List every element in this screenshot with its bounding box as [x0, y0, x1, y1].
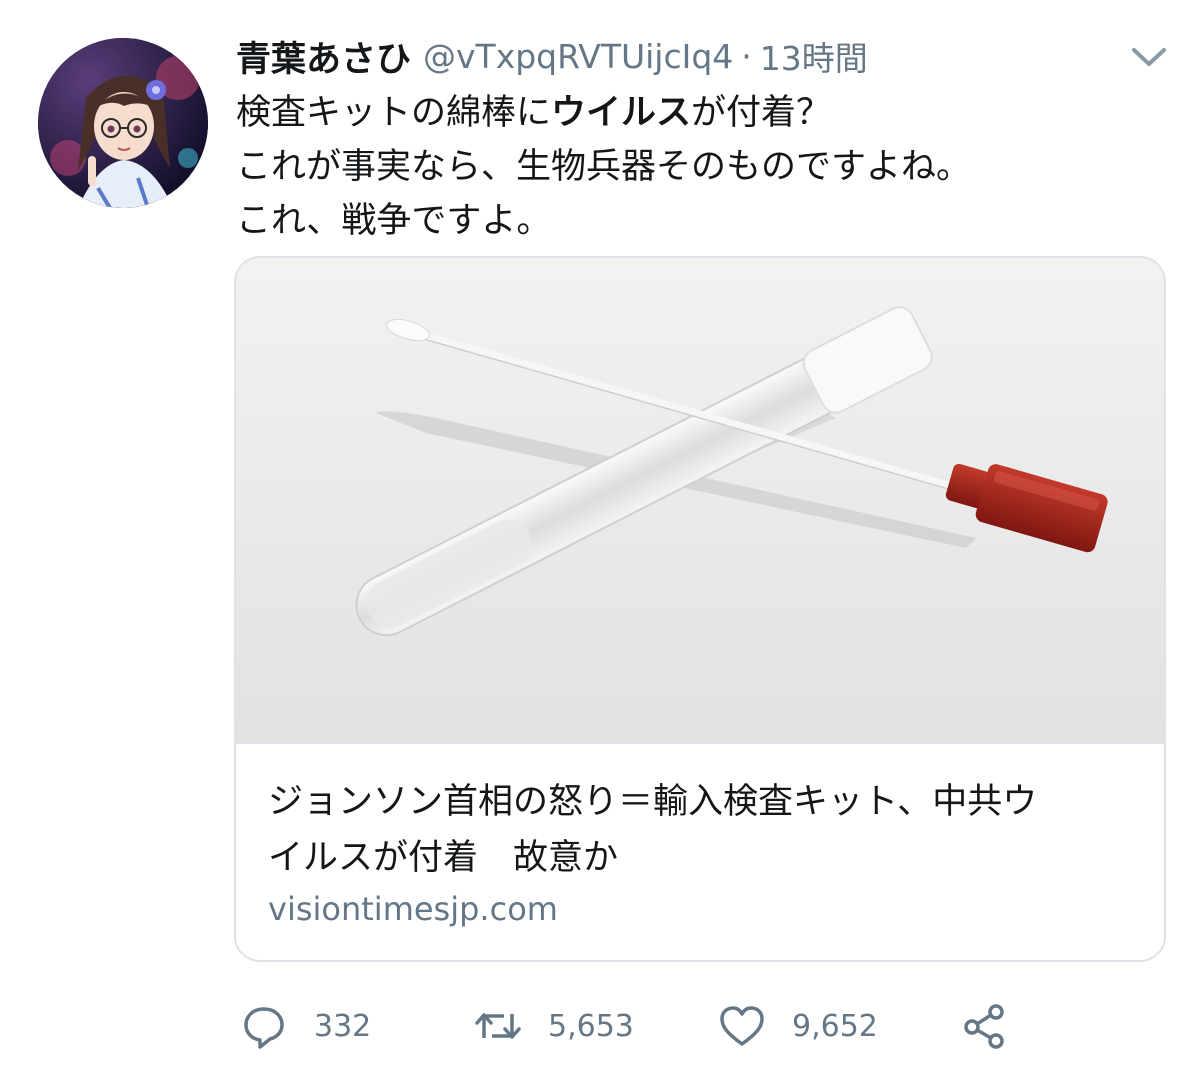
- like-count: 9,652: [792, 1008, 878, 1044]
- retweet-icon: [475, 1013, 521, 1039]
- like-button[interactable]: 9,652: [718, 996, 878, 1056]
- tweet-text: 検査キットの綿棒にウイルスが付着？ これが事実なら、生物兵器そのものですよね。 …: [236, 86, 1166, 248]
- heart-icon: [720, 1006, 764, 1046]
- retweet-button[interactable]: 5,653: [474, 996, 634, 1056]
- timestamp[interactable]: 13時間: [760, 32, 868, 80]
- tweet-line-1: 検査キットの綿棒にウイルスが付着？: [236, 86, 1166, 140]
- card-domain[interactable]: visiontimesjp.com: [268, 890, 558, 928]
- share-button[interactable]: [960, 996, 1008, 1056]
- share-icon: [964, 1004, 1004, 1049]
- card-title[interactable]: ジョンソン首相の怒り＝輸入検査キット、中共ウ イルスが付着 故意か: [268, 774, 1134, 886]
- card-title-line-1: ジョンソン首相の怒り＝輸入検査キット、中共ウ: [268, 782, 1038, 822]
- reply-count: 332: [314, 1008, 372, 1044]
- reply-icon: [244, 1007, 284, 1049]
- tweet[interactable]: 青葉あさひ @vTxpqRVTUijcIq4 · 13時間 検査キットの綿棒にウ…: [0, 0, 1200, 1082]
- retweet-count: 5,653: [548, 1008, 634, 1044]
- avatar-illustration: [38, 38, 208, 208]
- avatar[interactable]: [38, 38, 208, 208]
- user-handle[interactable]: @vTxpqRVTUijcIq4: [423, 37, 733, 76]
- link-card[interactable]: ジョンソン首相の怒り＝輸入検査キット、中共ウ イルスが付着 故意か vision…: [234, 256, 1166, 962]
- tweet-header: 青葉あさひ @vTxpqRVTUijcIq4 · 13時間: [236, 30, 868, 82]
- user-name[interactable]: 青葉あさひ: [236, 31, 411, 82]
- card-divider: [236, 742, 1164, 744]
- tweet-line-1-start: 検査キットの綿棒に: [236, 93, 552, 133]
- swab-tube-photo: [236, 258, 1164, 742]
- card-image[interactable]: [236, 258, 1164, 742]
- separator-dot: ·: [741, 36, 752, 76]
- tweet-line-2: これが事実なら、生物兵器そのものですよね。: [236, 147, 972, 187]
- reply-button[interactable]: 332: [240, 996, 371, 1056]
- card-title-line-2: イルスが付着 故意か: [268, 838, 619, 878]
- tweet-line-1-bold: ウイルス: [551, 93, 692, 133]
- tweet-actions: 332 5,653 9,652: [0, 996, 1200, 1056]
- chevron-down-icon[interactable]: [1126, 36, 1172, 76]
- tweet-line-1-end: が付着？: [691, 93, 832, 133]
- tweet-line-3: これ、戦争ですよ。: [236, 201, 552, 241]
